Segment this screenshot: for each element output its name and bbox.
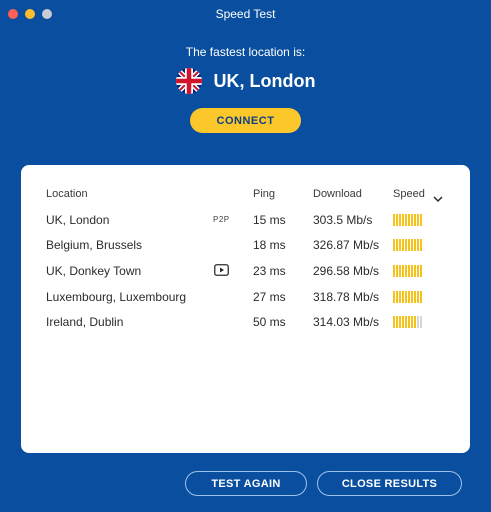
- speed-segment: [414, 316, 416, 328]
- speed-meter: [393, 239, 422, 251]
- speed-segment: [417, 265, 419, 277]
- play-icon: [214, 263, 229, 281]
- speed-meter: [393, 291, 422, 303]
- speed-segment: [396, 291, 398, 303]
- p2p-badge: P2P: [213, 215, 230, 224]
- row-ping: 18 ms: [253, 238, 286, 252]
- row-download: 296.58 Mb/s: [313, 264, 380, 278]
- table-row[interactable]: Ireland, Dublin 50 ms 314.03 Mb/s: [21, 312, 470, 332]
- test-again-button[interactable]: TEST AGAIN: [185, 471, 307, 496]
- header-speed[interactable]: Speed: [393, 188, 425, 200]
- speed-segment: [411, 239, 413, 251]
- speed-segment: [414, 214, 416, 226]
- speed-segment: [393, 265, 395, 277]
- speed-segment: [402, 316, 404, 328]
- speed-segment: [411, 214, 413, 226]
- speed-segment: [411, 265, 413, 277]
- speed-segment: [420, 265, 422, 277]
- table-row[interactable]: UK, Donkey Town 23 ms 296.58 Mb/s: [21, 261, 470, 281]
- header-ping: Ping: [253, 188, 276, 200]
- speed-segment: [417, 239, 419, 251]
- speed-segment: [393, 291, 395, 303]
- speed-segment: [393, 239, 395, 251]
- speed-segment: [417, 291, 419, 303]
- speed-segment: [393, 214, 395, 226]
- row-location: Luxembourg, Luxembourg: [46, 290, 187, 304]
- speed-segment: [399, 239, 401, 251]
- fastest-location-label: The fastest location is:: [185, 45, 306, 59]
- speed-meter: [393, 265, 422, 277]
- speed-segment: [396, 265, 398, 277]
- speed-segment: [420, 239, 422, 251]
- row-download: 318.78 Mb/s: [313, 290, 380, 304]
- close-results-button[interactable]: CLOSE RESULTS: [317, 471, 462, 496]
- speed-segment: [411, 316, 413, 328]
- fastest-location-name: UK, London: [213, 70, 316, 91]
- row-download: 314.03 Mb/s: [313, 315, 380, 329]
- speed-segment: [399, 316, 401, 328]
- speed-segment: [405, 291, 407, 303]
- speed-meter: [393, 316, 422, 328]
- speed-segment: [405, 265, 407, 277]
- chevron-down-icon[interactable]: [433, 190, 443, 208]
- header-location: Location: [46, 188, 88, 200]
- speed-segment: [402, 214, 404, 226]
- title-bar: Speed Test: [0, 0, 491, 28]
- speed-segment: [408, 265, 410, 277]
- speed-segment: [420, 214, 422, 226]
- speed-segment: [414, 239, 416, 251]
- speed-segment: [417, 214, 419, 226]
- speed-segment: [417, 316, 419, 328]
- speed-segment: [408, 214, 410, 226]
- speed-segment: [405, 239, 407, 251]
- table-row[interactable]: Belgium, Brussels 18 ms 326.87 Mb/s: [21, 235, 470, 255]
- header-download: Download: [313, 188, 362, 200]
- row-download: 303.5 Mb/s: [313, 213, 373, 227]
- uk-flag-icon: [175, 68, 202, 94]
- table-row[interactable]: UK, London P2P 15 ms 303.5 Mb/s: [21, 210, 470, 230]
- row-location: Ireland, Dublin: [46, 315, 124, 329]
- fastest-location: UK, London: [0, 66, 491, 96]
- speed-segment: [408, 316, 410, 328]
- speed-segment: [396, 316, 398, 328]
- speed-segment: [399, 265, 401, 277]
- speed-segment: [411, 291, 413, 303]
- speed-segment: [402, 265, 404, 277]
- speed-segment: [399, 291, 401, 303]
- row-download: 326.87 Mb/s: [313, 238, 380, 252]
- row-ping: 27 ms: [253, 290, 286, 304]
- table-row[interactable]: Luxembourg, Luxembourg 27 ms 318.78 Mb/s: [21, 287, 470, 307]
- speed-segment: [405, 316, 407, 328]
- row-location: UK, Donkey Town: [46, 264, 142, 278]
- results-card: Location Ping Download Speed UK, London …: [21, 165, 470, 453]
- row-ping: 23 ms: [253, 264, 286, 278]
- speed-segment: [408, 291, 410, 303]
- speed-segment: [402, 239, 404, 251]
- speed-segment: [396, 214, 398, 226]
- speed-segment: [396, 239, 398, 251]
- row-ping: 15 ms: [253, 213, 286, 227]
- speed-segment: [402, 291, 404, 303]
- row-location: UK, London: [46, 213, 110, 227]
- speed-segment: [405, 214, 407, 226]
- speed-segment: [399, 214, 401, 226]
- speed-segment: [420, 316, 422, 328]
- speed-segment: [408, 239, 410, 251]
- speed-segment: [414, 291, 416, 303]
- speed-segment: [393, 316, 395, 328]
- connect-button[interactable]: CONNECT: [190, 108, 301, 133]
- row-location: Belgium, Brussels: [46, 238, 143, 252]
- speed-meter: [393, 214, 422, 226]
- window-title: Speed Test: [215, 7, 276, 21]
- speed-segment: [414, 265, 416, 277]
- row-ping: 50 ms: [253, 315, 286, 329]
- speed-segment: [420, 291, 422, 303]
